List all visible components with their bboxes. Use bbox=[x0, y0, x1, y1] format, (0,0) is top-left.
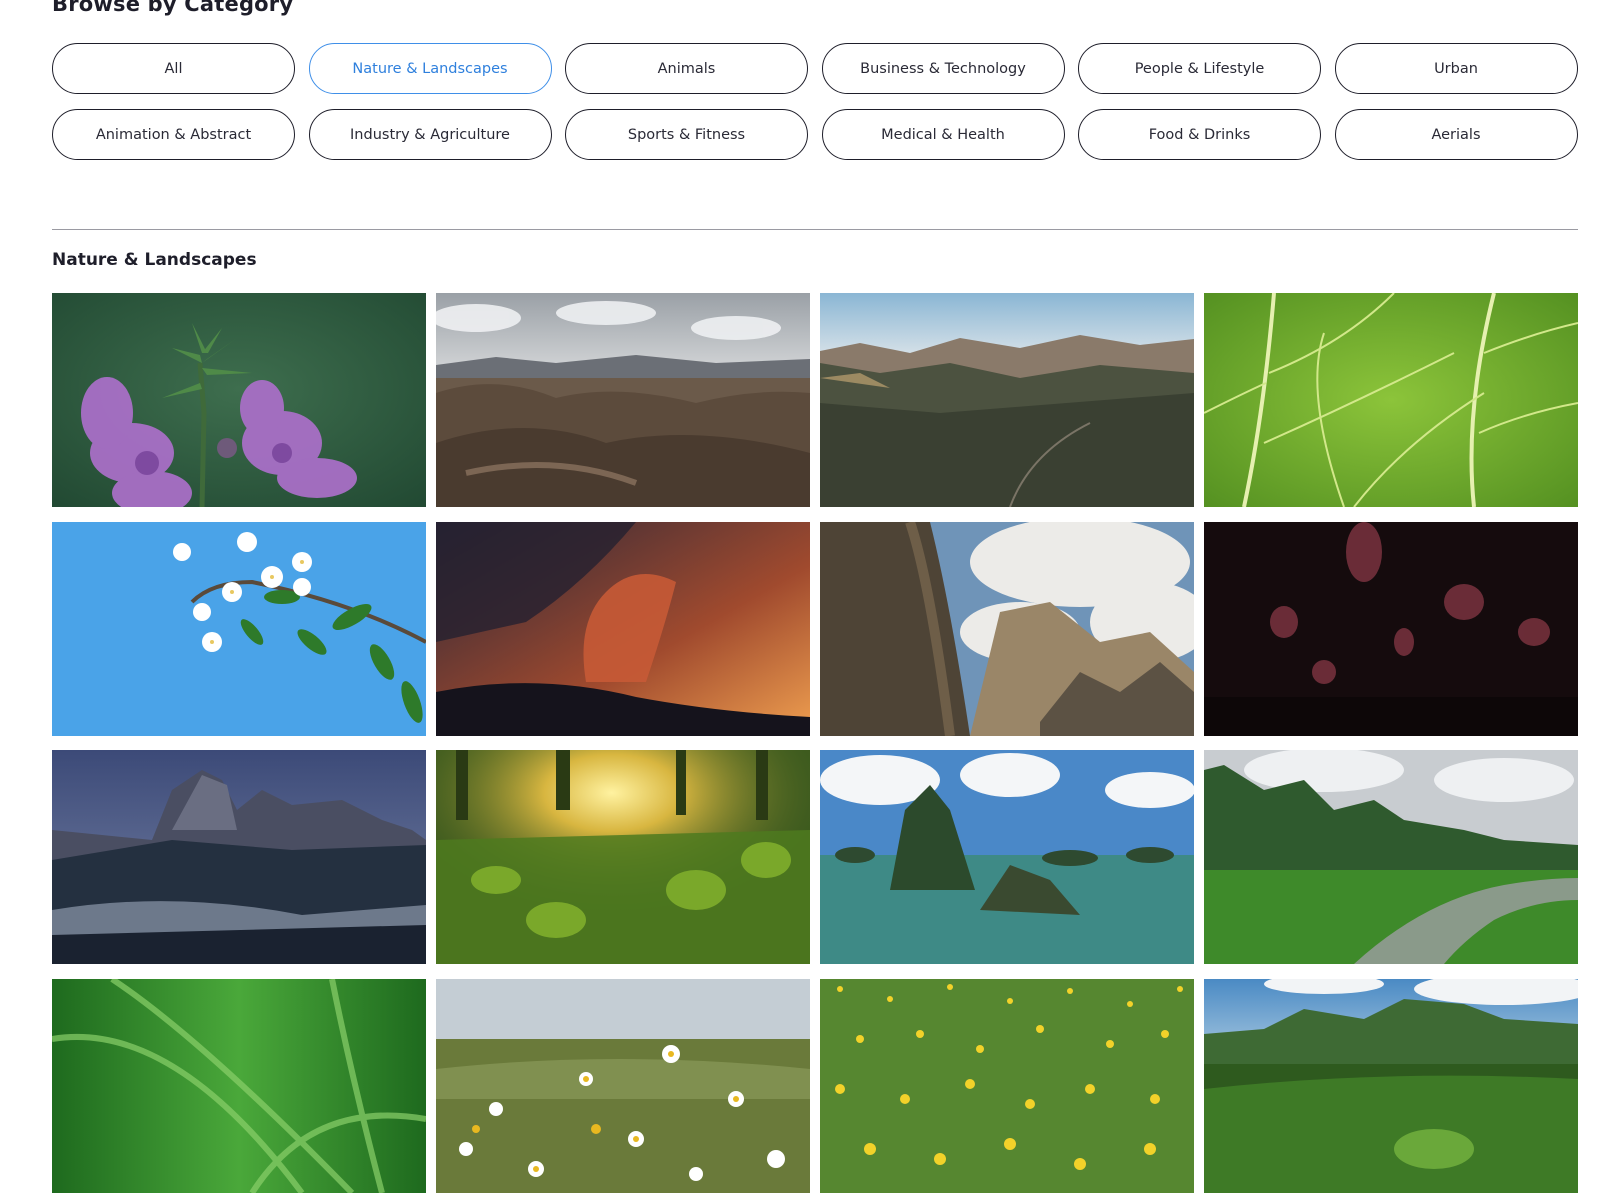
grass-blades-thumbnail[interactable] bbox=[52, 978, 426, 1193]
green-hills-thumbnail[interactable] bbox=[1204, 978, 1578, 1193]
category-pill-food-drinks[interactable]: Food & Drinks bbox=[1078, 109, 1321, 160]
green-leaf-thumbnail[interactable] bbox=[1204, 293, 1578, 507]
category-pill-people-lifestyle[interactable]: People & Lifestyle bbox=[1078, 43, 1321, 94]
category-pill-aerials[interactable]: Aerials bbox=[1334, 109, 1578, 160]
category-pill-sports-fitness[interactable]: Sports & Fitness bbox=[565, 109, 808, 160]
daisy-field-thumbnail[interactable] bbox=[436, 978, 810, 1193]
snowy-mountain-thumbnail[interactable] bbox=[52, 750, 426, 964]
aurora-night-thumbnail[interactable] bbox=[1204, 521, 1578, 736]
category-pill-animation-abstract[interactable]: Animation & Abstract bbox=[52, 109, 295, 160]
dandelion-meadow-thumbnail[interactable] bbox=[820, 978, 1194, 1193]
category-pill-urban[interactable]: Urban bbox=[1334, 43, 1578, 94]
category-pill-animals[interactable]: Animals bbox=[565, 43, 808, 94]
thumbnail-grid bbox=[52, 293, 1578, 1193]
volcano-eruption-thumbnail[interactable] bbox=[436, 521, 810, 736]
cloudy-cliffs-thumbnail[interactable] bbox=[820, 521, 1194, 736]
river-jungle-thumbnail[interactable] bbox=[1204, 750, 1578, 964]
category-pill-medical-health[interactable]: Medical & Health bbox=[821, 109, 1065, 160]
category-filter-list: All Nature & Landscapes Animals Business… bbox=[52, 43, 1578, 160]
category-pill-industry-agriculture[interactable]: Industry & Agriculture bbox=[308, 109, 552, 160]
sea-islands-thumbnail[interactable] bbox=[820, 750, 1194, 964]
mountain-valley-thumbnail[interactable] bbox=[820, 293, 1194, 507]
section-title: Nature & Landscapes bbox=[52, 250, 257, 270]
category-pill-all[interactable]: All bbox=[52, 43, 295, 94]
browse-heading: Browse by Category bbox=[52, 0, 294, 16]
category-pill-nature-landscapes[interactable]: Nature & Landscapes bbox=[308, 43, 552, 94]
purple-flower-thumbnail[interactable] bbox=[52, 293, 426, 507]
forest-sunlight-thumbnail[interactable] bbox=[436, 750, 810, 964]
cherry-blossom-thumbnail[interactable] bbox=[52, 521, 426, 736]
desert-rocks-thumbnail[interactable] bbox=[436, 293, 810, 507]
section-divider bbox=[52, 229, 1578, 230]
category-pill-business-technology[interactable]: Business & Technology bbox=[821, 43, 1065, 94]
